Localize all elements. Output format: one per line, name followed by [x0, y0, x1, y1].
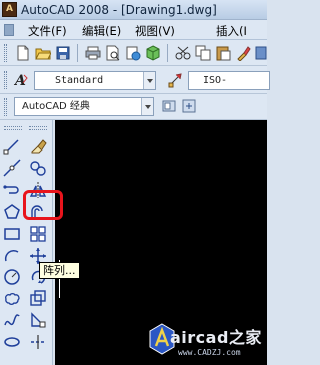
chevron-down-icon[interactable]: [141, 98, 153, 115]
construction-line-icon[interactable]: [2, 158, 22, 178]
erase-icon[interactable]: [28, 136, 48, 156]
watermark: aircad之家 www.CADZJ.com: [148, 318, 267, 365]
array-button-highlight: [23, 190, 63, 220]
draw-toolbar-grip[interactable]: [4, 126, 22, 130]
publish-icon[interactable]: [124, 44, 142, 62]
menu-insert[interactable]: 插入(I: [216, 23, 247, 39]
array-icon[interactable]: [28, 224, 48, 244]
workspace-save-icon[interactable]: [180, 97, 198, 115]
standard-toolbar: [0, 40, 267, 66]
title-bar: A AutoCAD 2008 - [Drawing1.dwg]: [0, 0, 267, 20]
watermark-text: aircad之家: [170, 328, 262, 347]
3d-dwf-icon[interactable]: [144, 44, 162, 62]
cut-icon[interactable]: [174, 44, 192, 62]
styles-toolbar: A Standard ISO-: [0, 66, 270, 94]
polygon-icon[interactable]: [2, 202, 22, 222]
stretch-icon[interactable]: [28, 310, 48, 330]
dimension-style-icon[interactable]: [166, 71, 184, 89]
copy-icon[interactable]: [194, 44, 212, 62]
chevron-down-icon[interactable]: [143, 72, 155, 89]
match-properties-icon[interactable]: [234, 44, 252, 62]
plot-preview-icon[interactable]: [104, 44, 122, 62]
draw-modify-toolbar: [0, 120, 53, 365]
workspaces-toolbar: AutoCAD 经典: [0, 94, 267, 120]
dimension-style-select[interactable]: ISO-: [188, 71, 270, 90]
trim-icon[interactable]: [28, 332, 48, 352]
ellipse-icon[interactable]: [2, 332, 22, 352]
save-icon[interactable]: [54, 44, 72, 62]
open-folder-icon[interactable]: [34, 44, 52, 62]
arc-icon[interactable]: [2, 246, 22, 266]
workspace-settings-icon[interactable]: [160, 97, 178, 115]
line-icon[interactable]: [2, 136, 22, 156]
menu-grip-icon[interactable]: [4, 24, 14, 36]
modify-toolbar-grip[interactable]: [29, 126, 47, 130]
rectangle-icon[interactable]: [2, 224, 22, 244]
block-editor-icon[interactable]: [252, 44, 270, 62]
menu-view[interactable]: 视图(V): [135, 23, 175, 39]
text-style-icon[interactable]: A: [12, 71, 30, 89]
array-tooltip: 阵列...: [39, 262, 80, 279]
autocad-app-icon[interactable]: A: [2, 2, 17, 17]
watermark-url: www.CADZJ.com: [178, 348, 241, 357]
window-title: AutoCAD 2008 - [Drawing1.dwg]: [21, 3, 217, 17]
revision-cloud-icon[interactable]: [2, 288, 22, 308]
paste-icon[interactable]: [214, 44, 232, 62]
menu-edit[interactable]: 编辑(E): [82, 23, 121, 39]
print-icon[interactable]: [84, 44, 102, 62]
new-file-icon[interactable]: [14, 44, 32, 62]
circle-icon[interactable]: [2, 267, 22, 287]
scale-icon[interactable]: [28, 288, 48, 308]
spline-icon[interactable]: [2, 310, 22, 330]
menu-bar: 文件(F) 编辑(E) 视图(V) 插入(I: [0, 20, 267, 40]
toolbar-grip[interactable]: [4, 71, 7, 89]
copy-object-icon[interactable]: [28, 158, 48, 178]
toolbar-grip[interactable]: [4, 98, 7, 116]
workspace-select[interactable]: AutoCAD 经典: [14, 97, 154, 116]
polyline-icon[interactable]: [2, 180, 22, 200]
text-style-select[interactable]: Standard: [34, 71, 156, 90]
menu-file[interactable]: 文件(F): [28, 23, 67, 39]
toolbar-grip[interactable]: [4, 44, 7, 62]
